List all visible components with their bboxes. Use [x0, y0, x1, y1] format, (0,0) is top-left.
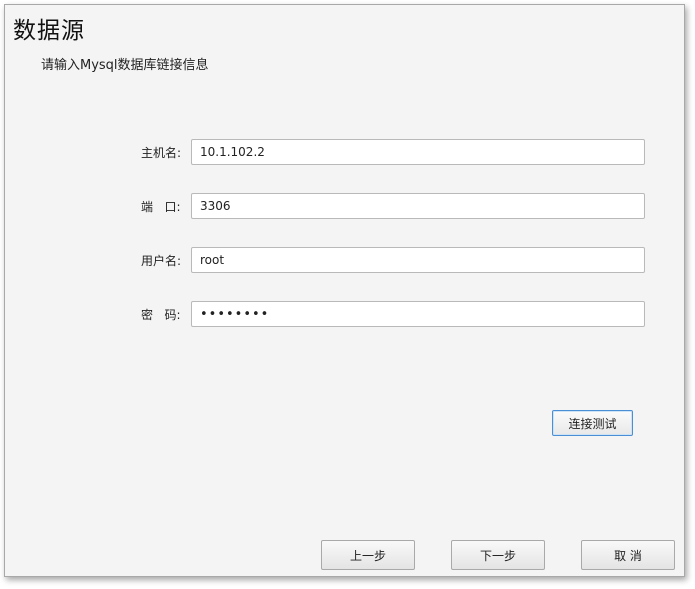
user-row: 用户名:	[5, 247, 686, 273]
port-row: 端 口:	[5, 193, 686, 219]
port-input[interactable]	[191, 193, 645, 219]
datasource-dialog: 数据源 请输入Mysql数据库链接信息 主机名: 端 口: 用户名: 密 码: …	[4, 4, 685, 577]
dialog-subtitle: 请输入Mysql数据库链接信息	[41, 58, 209, 73]
cancel-button[interactable]: 取 消	[581, 540, 675, 570]
password-row: 密 码:	[5, 301, 686, 327]
host-row: 主机名:	[5, 139, 686, 165]
username-input[interactable]	[191, 247, 645, 273]
test-connection-button[interactable]: 连接测试	[552, 410, 633, 436]
user-label: 用户名:	[141, 254, 182, 268]
password-input[interactable]	[191, 301, 645, 327]
password-label: 密 码:	[141, 308, 181, 322]
dialog-title: 数据源	[13, 18, 85, 44]
host-input[interactable]	[191, 139, 645, 165]
port-label: 端 口:	[141, 200, 181, 214]
prev-step-button[interactable]: 上一步	[321, 540, 415, 570]
next-step-button[interactable]: 下一步	[451, 540, 545, 570]
host-label: 主机名:	[141, 146, 182, 160]
